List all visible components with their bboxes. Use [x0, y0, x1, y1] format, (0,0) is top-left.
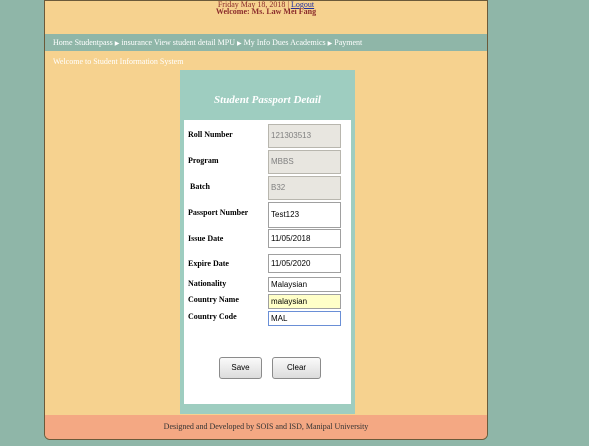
passport-number-label: Passport Number — [188, 208, 249, 217]
country-name-label: Country Name — [188, 295, 239, 304]
nav-studentpass[interactable]: Studentpass — [75, 38, 113, 47]
nav-dues[interactable]: Dues — [272, 38, 288, 47]
nav-view-student-detail[interactable]: View student detail — [154, 38, 216, 47]
save-button[interactable]: Save — [219, 357, 262, 379]
batch-label: Batch — [190, 182, 210, 191]
expire-date-label: Expire Date — [188, 259, 229, 268]
expire-date-input[interactable]: 11/05/2020 — [268, 254, 341, 273]
nav-bar: Home Studentpass ▶ insurance View student … — [45, 34, 487, 51]
welcome-user: Welcome: Ms. Law Mei Fang — [215, 7, 317, 16]
nav-academics[interactable]: Academics — [290, 38, 326, 47]
nav-arrow-icon: ▶ — [114, 41, 120, 47]
page-container: Friday May 18, 2018 | Logout Welcome: Ms… — [44, 0, 488, 440]
welcome-system-text: Welcome to Student Information System — [53, 57, 184, 66]
nationality-input[interactable]: Malaysian — [268, 277, 341, 292]
page-header: Friday May 18, 2018 | Logout Welcome: Ms… — [45, 1, 487, 31]
country-code-input[interactable]: MAL — [268, 311, 341, 326]
program-label: Program — [188, 156, 219, 165]
program-field[interactable]: MBBS — [268, 150, 341, 174]
issue-date-label: Issue Date — [188, 234, 224, 243]
roll-number-field[interactable]: 121303513 — [268, 124, 341, 148]
nav-home[interactable]: Home — [53, 38, 73, 47]
roll-number-label: Roll Number — [188, 130, 233, 139]
batch-field[interactable]: B32 — [268, 176, 341, 200]
passport-number-input[interactable]: Test123 — [268, 202, 341, 228]
nav-arrow-icon: ▶ — [237, 41, 242, 47]
country-name-input[interactable]: malaysian — [268, 294, 341, 309]
passport-form: Roll Number 121303513 Program MBBS Batch… — [184, 120, 351, 404]
passport-panel: Student Passport Detail Roll Number 1213… — [180, 70, 355, 414]
nav-insurance[interactable]: insurance — [121, 38, 152, 47]
footer: Designed and Developed by SOIS and ISD, … — [45, 415, 487, 439]
nationality-label: Nationality — [188, 279, 227, 288]
left-margin — [0, 0, 44, 446]
country-code-label: Country Code — [188, 312, 237, 321]
nav-my-info[interactable]: My Info — [244, 38, 270, 47]
nav-arrow-icon: ▶ — [327, 41, 333, 47]
clear-button[interactable]: Clear — [272, 357, 321, 379]
issue-date-input[interactable]: 11/05/2018 — [268, 229, 341, 248]
nav-payment[interactable]: Payment — [334, 38, 362, 47]
right-margin — [488, 0, 589, 446]
panel-title: Student Passport Detail — [214, 94, 321, 106]
nav-mpu[interactable]: MPU — [218, 38, 235, 47]
